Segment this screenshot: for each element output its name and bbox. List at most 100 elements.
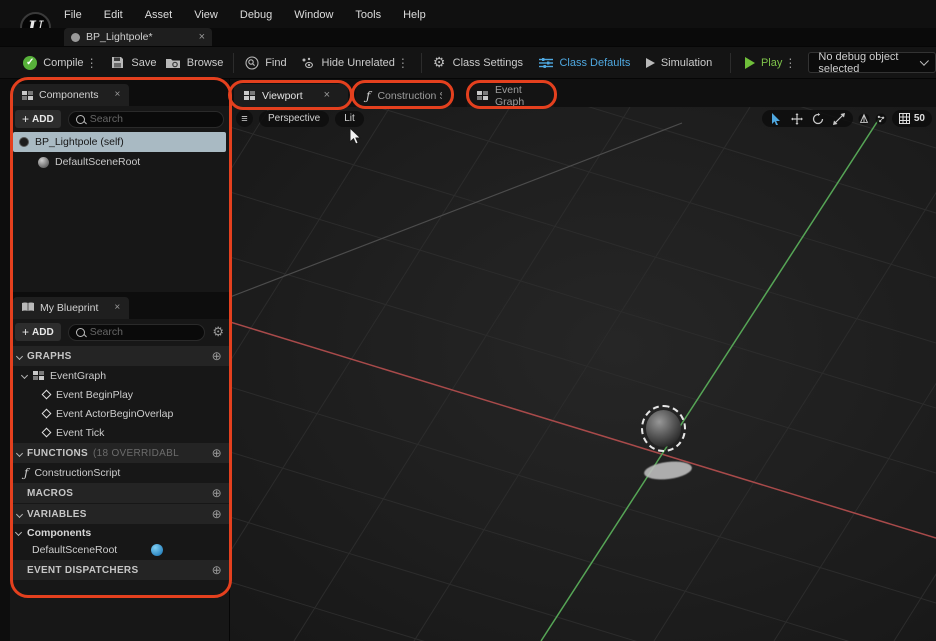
snap-icon[interactable] — [875, 113, 887, 125]
tab-viewport[interactable]: Viewport × — [234, 84, 348, 107]
hide-unrelated-button[interactable]: Hide Unrelated — [301, 55, 395, 70]
y-axis-green — [540, 118, 880, 641]
viewport-tab-label: Viewport — [262, 89, 303, 102]
event-tick-row[interactable]: Event Tick — [10, 423, 229, 442]
transform-tools — [761, 110, 853, 127]
viewport-toolbar-right: 50 — [761, 110, 932, 127]
constructionscript-row[interactable]: ƒ ConstructionScript — [10, 463, 229, 482]
components-search-input[interactable]: Search — [67, 110, 224, 128]
add-macro-icon[interactable]: ⊕ — [212, 486, 222, 500]
add-variable-icon[interactable]: ⊕ — [212, 507, 222, 521]
variables-section-header[interactable]: VARIABLES ⊕ — [10, 504, 229, 524]
toolbar-separator — [730, 52, 731, 73]
chevron-expanded-icon — [20, 371, 29, 380]
menu-edit[interactable]: Edit — [104, 9, 123, 21]
hide-unrelated-options-icon[interactable]: ⋮ — [395, 56, 411, 70]
compile-options-icon[interactable]: ⋮ — [84, 56, 100, 70]
my-blueprint-search-input[interactable]: Search — [67, 323, 206, 341]
browse-button[interactable]: Browse — [166, 55, 223, 70]
components-tabbar: Components × — [10, 79, 229, 106]
play-icon — [744, 56, 755, 69]
move-tool-icon[interactable] — [790, 112, 803, 125]
add-dispatcher-icon[interactable]: ⊕ — [212, 563, 222, 577]
eventgraph-row[interactable]: EventGraph — [10, 366, 229, 385]
perspective-button[interactable]: Perspective — [259, 110, 330, 127]
default-scene-root-sphere[interactable] — [646, 410, 681, 447]
actor-icon — [19, 137, 29, 147]
menu-items: File Edit Asset View Debug Window Tools … — [64, 9, 426, 21]
menu-window[interactable]: Window — [294, 9, 333, 21]
chevron-expanded-icon — [15, 352, 24, 360]
select-tool-icon[interactable] — [770, 112, 782, 125]
variables-components-group[interactable]: Components — [10, 524, 229, 541]
asset-tab-bp-lightpole[interactable]: BP_Lightpole* × — [64, 28, 212, 46]
overridable-count: (18 OVERRIDABL — [93, 447, 179, 459]
asset-tab-label: BP_Lightpole* — [86, 31, 153, 43]
menu-debug[interactable]: Debug — [240, 9, 272, 21]
component-row-scene-root[interactable]: DefaultSceneRoot — [10, 152, 229, 172]
play-options-icon[interactable]: ⋮ — [782, 56, 798, 70]
class-settings-button[interactable]: ⚙ Class Settings — [432, 54, 523, 70]
scene-component-icon — [38, 156, 49, 168]
tab-components[interactable]: Components × — [13, 84, 130, 106]
component-label: BP_Lightpole (self) — [35, 136, 124, 148]
macros-section-header[interactable]: MACROS ⊕ — [10, 483, 229, 503]
menu-view[interactable]: View — [194, 9, 218, 21]
chevron-expanded-icon — [14, 528, 23, 537]
save-button[interactable]: Save — [110, 55, 156, 70]
unreal-blueprint-editor-window: U File Edit Asset View Debug Window Tool… — [0, 0, 936, 641]
components-icon — [22, 90, 33, 100]
add-function-icon[interactable]: ⊕ — [212, 446, 222, 460]
components-panel: Components × + ADD Search BP_Lightpole (… — [10, 79, 229, 292]
graph-icon — [33, 371, 44, 380]
event-beginplay-row[interactable]: Event BeginPlay — [10, 385, 229, 404]
add-component-button[interactable]: + ADD — [15, 110, 61, 128]
asset-icon — [71, 32, 80, 42]
close-icon[interactable]: × — [324, 90, 330, 101]
plus-icon: + — [22, 325, 30, 339]
add-blueprint-item-button[interactable]: + ADD — [15, 323, 61, 341]
compile-button[interactable]: ✓ Compile — [23, 55, 84, 70]
scale-tool-icon[interactable] — [832, 112, 845, 125]
event-label: Event Tick — [56, 426, 105, 439]
close-icon[interactable]: × — [115, 90, 121, 100]
grid-icon — [898, 113, 910, 124]
viewport-menu-icon[interactable]: ≡ — [236, 110, 253, 127]
variable-defaultsceneroot-row[interactable]: DefaultSceneRoot — [10, 541, 229, 559]
tab-construction-script[interactable]: ƒ Construction Scrip — [356, 84, 452, 107]
grid-snap-control[interactable]: 50 — [891, 110, 932, 127]
menu-tools[interactable]: Tools — [355, 9, 381, 21]
chevron-down-icon — [920, 56, 930, 66]
surface-snap-icon[interactable] — [858, 113, 870, 125]
play-button[interactable]: Play — [744, 56, 782, 69]
find-button[interactable]: Find — [244, 55, 287, 70]
filter-gear-icon[interactable]: ⚙ — [212, 324, 224, 340]
close-icon[interactable]: × — [114, 303, 120, 313]
selected-actor-ring[interactable] — [641, 405, 686, 452]
debug-object-dropdown[interactable]: No debug object selected — [808, 51, 936, 75]
tab-event-graph[interactable]: Event Graph — [467, 83, 554, 108]
close-icon[interactable]: × — [199, 31, 205, 43]
add-graph-icon[interactable]: ⊕ — [212, 349, 222, 363]
3d-viewport[interactable]: ≡ Perspective Lit 50 — [230, 107, 936, 641]
functions-section-header[interactable]: FUNCTIONS (18 OVERRIDABL ⊕ — [10, 443, 229, 463]
event-icon — [41, 408, 52, 419]
event-graph-tab-label: Event Graph — [495, 83, 525, 108]
menu-file[interactable]: File — [64, 9, 82, 21]
class-defaults-button[interactable]: Class Defaults — [538, 55, 630, 70]
viewport-toolbar-left: ≡ Perspective Lit — [236, 110, 364, 127]
menu-help[interactable]: Help — [403, 9, 426, 21]
my-blueprint-tab-label: My Blueprint — [40, 302, 99, 314]
component-row-self[interactable]: BP_Lightpole (self) — [13, 132, 226, 152]
tab-my-blueprint[interactable]: My Blueprint × — [13, 297, 130, 319]
rotate-tool-icon[interactable] — [812, 112, 824, 125]
lit-button[interactable]: Lit — [335, 110, 364, 127]
graphs-section-header[interactable]: GRAPHS ⊕ — [10, 346, 229, 366]
variable-label: DefaultSceneRoot — [32, 544, 118, 556]
menu-asset[interactable]: Asset — [145, 9, 173, 21]
simulation-button[interactable]: Simulation — [645, 57, 712, 69]
event-dispatchers-section-header[interactable]: EVENT DISPATCHERS ⊕ — [10, 560, 229, 580]
event-actorbeginoverlap-row[interactable]: Event ActorBeginOverlap — [10, 404, 229, 423]
my-blueprint-actions: + ADD Search ⚙ — [10, 319, 229, 345]
event-icon — [41, 389, 52, 400]
